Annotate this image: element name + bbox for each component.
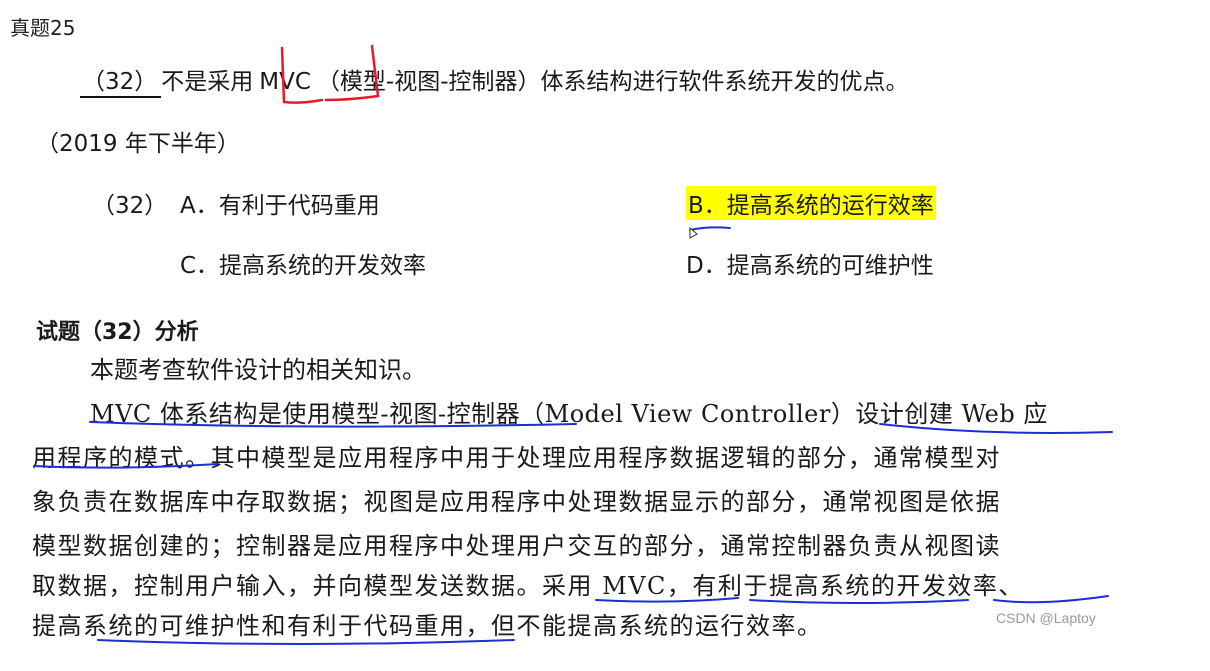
option-d: D．提高系统的可维护性 [686,253,934,279]
options-label: （32） [92,193,168,219]
exam-year: （2019 年下半年） [36,131,240,157]
analysis-line: 象负责在数据库中存取数据；视图是应用程序中处理数据显示的部分，通常视图是依据 [32,488,1001,516]
mvc-term: MVC [259,69,311,95]
answer-blank: （32） [80,62,162,98]
analysis-line: MVC 体系结构是使用模型-视图-控制器（Model View Controll… [90,400,1048,428]
analysis-line: 提高系统的可维护性和有利于代码重用，但不能提高系统的运行效率。 [32,612,823,640]
analysis-line: 用程序的模式。其中模型是应用程序中用于处理应用程序数据逻辑的部分，通常模型对 [32,444,1001,472]
blue-mark-under-option-b [689,226,731,231]
option-c: C．提高系统的开发效率 [180,253,427,279]
question-stem: （32） 不是采用 MVC （模型-视图-控制器）体系结构进行软件系统开发的优点。 [80,62,909,98]
watermark: CSDN @Laptoy [996,610,1096,626]
analysis-intro: 本题考查软件设计的相关知识。 [90,356,426,384]
analysis-line: 取数据，控制用户输入，并向模型发送数据。采用 MVC，有利于提高系统的开发效率、 [32,572,1024,600]
question-text-after: （模型-视图-控制器）体系结构进行软件系统开发的优点。 [316,69,909,95]
page-title: 真题25 [10,16,76,40]
cursor-icon [689,226,698,239]
analysis-line: 模型数据创建的；控制器是应用程序中处理用户交互的部分，通常控制器负责从视图读 [32,532,1001,560]
option-a: A．有利于代码重用 [180,193,380,219]
option-b-highlighted: B．提高系统的运行效率 [686,186,936,220]
analysis-heading: 试题（32）分析 [36,320,199,345]
question-text-before: 不是采用 [161,69,254,95]
